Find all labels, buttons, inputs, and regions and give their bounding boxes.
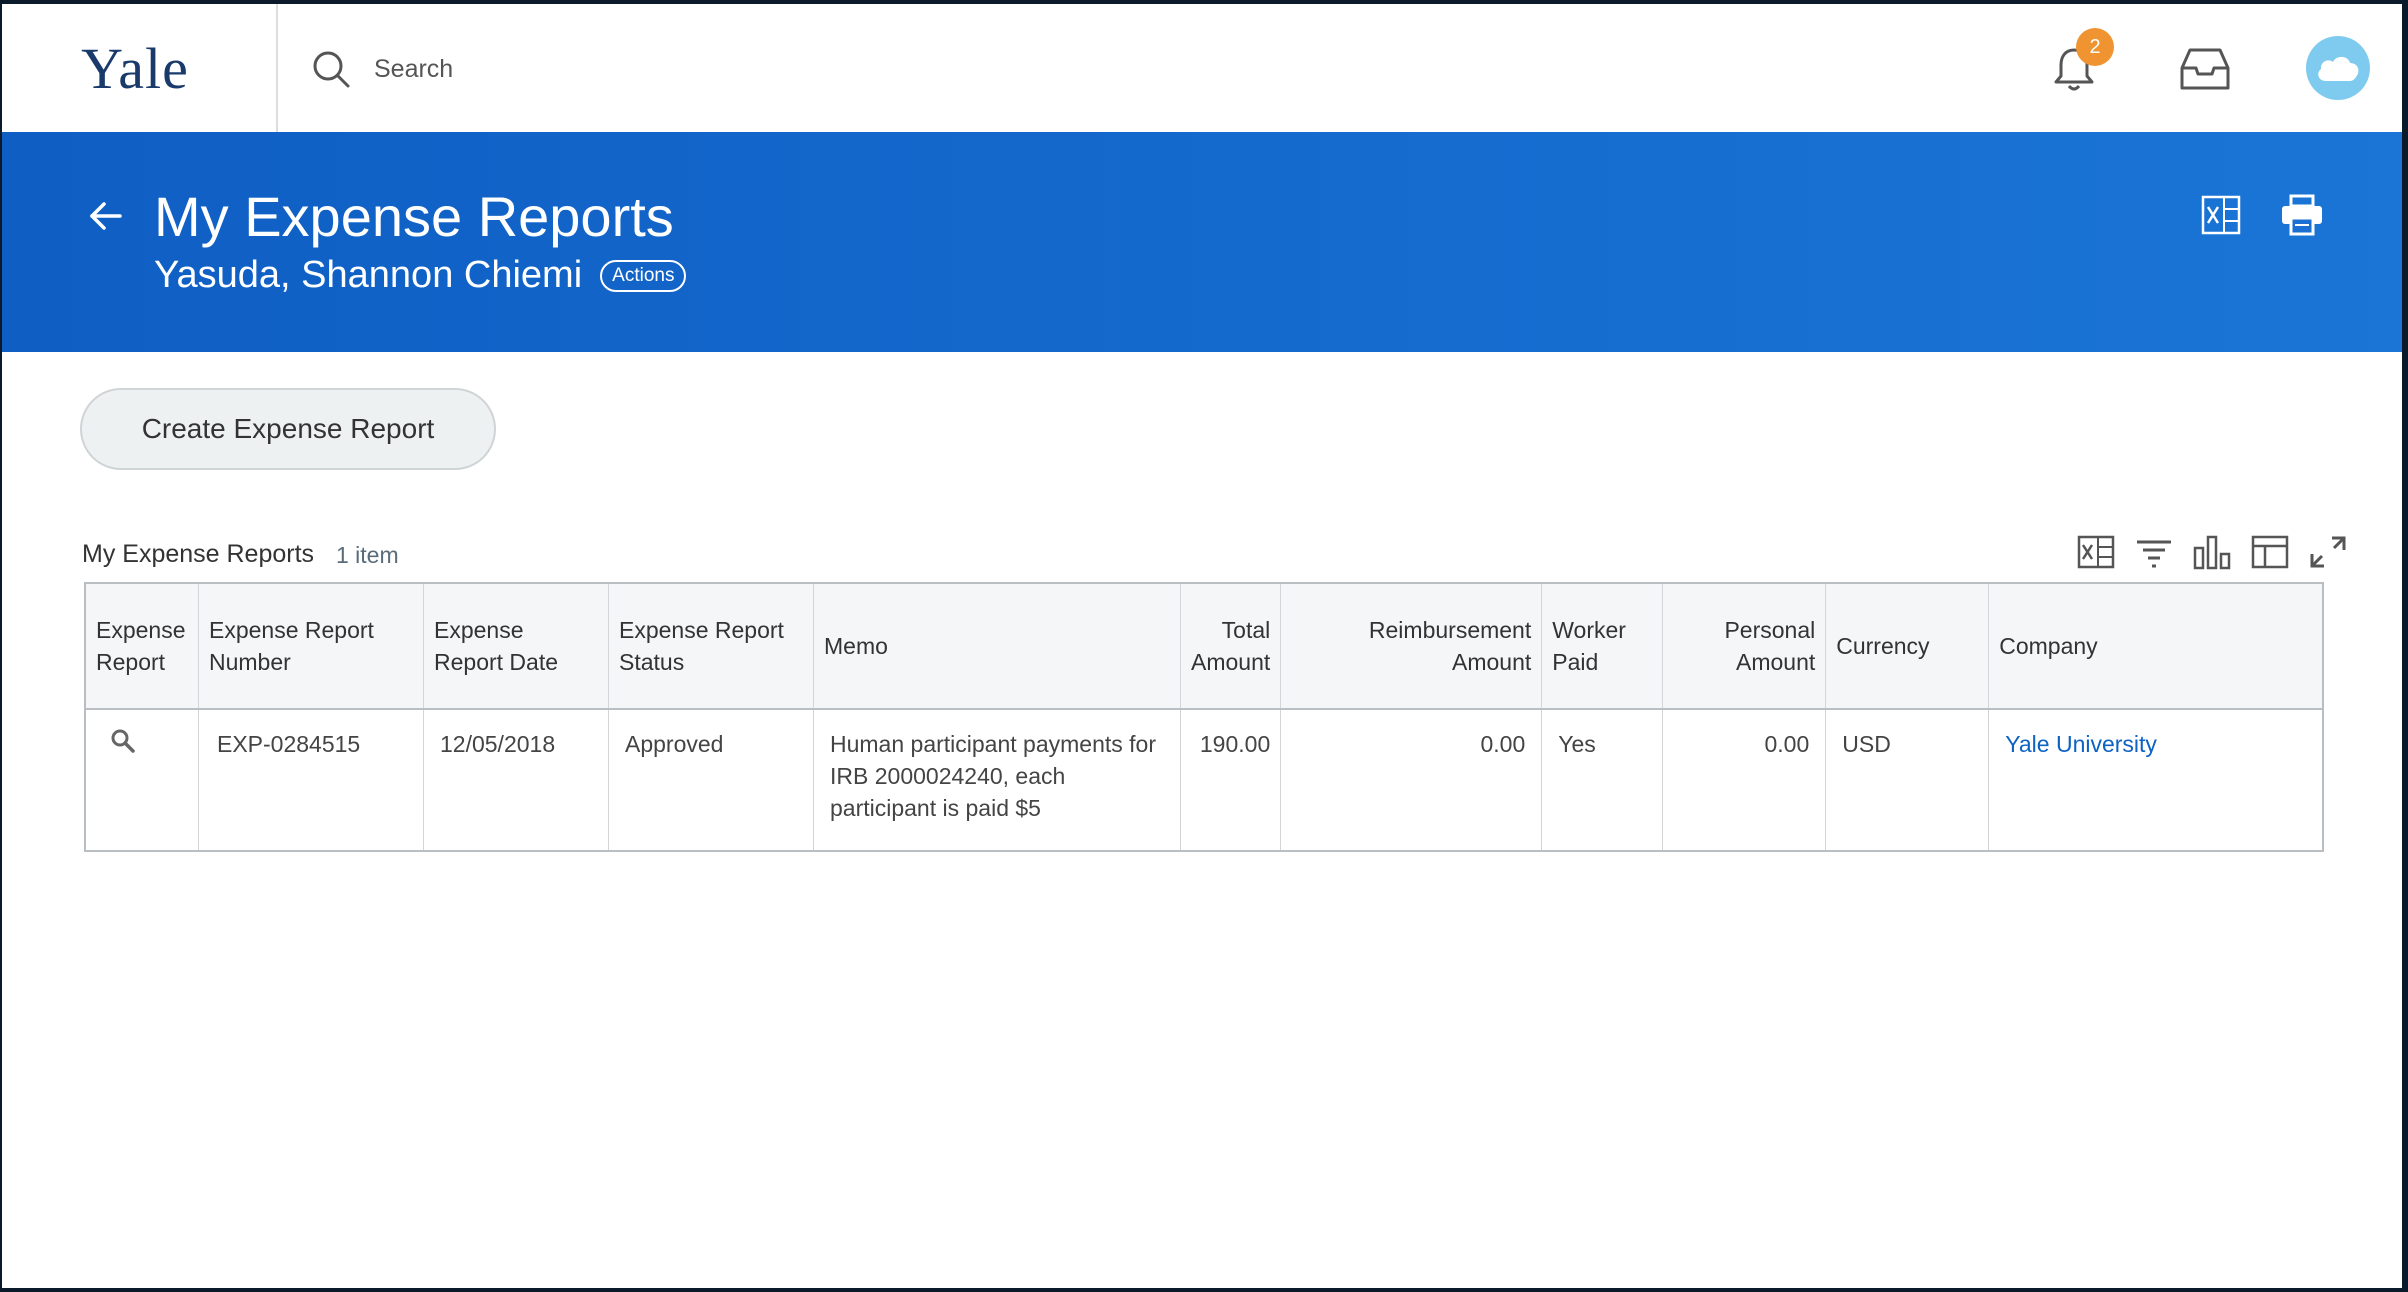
reimbursement-amount-cell: 0.00 [1280, 709, 1543, 851]
fullscreen-icon[interactable] [2308, 534, 2348, 570]
report-status-cell: Approved [608, 709, 814, 851]
column-header[interactable]: Memo [813, 583, 1181, 710]
excel-export-icon[interactable] [2076, 534, 2116, 570]
magnifier-icon[interactable] [110, 728, 136, 754]
page-title: My Expense Reports [154, 185, 674, 248]
currency-cell: USD [1825, 709, 1990, 851]
worker-paid-cell: Yes [1541, 709, 1664, 851]
cloud-avatar-icon [2318, 56, 2359, 81]
search-box[interactable]: Search [310, 48, 453, 90]
table-row: EXP-0284515 12/05/2018 Approved Human pa… [85, 709, 2324, 851]
company-cell: Yale University [1988, 709, 2324, 851]
yale-logo[interactable]: Yale [2, 4, 278, 132]
actions-button[interactable]: Actions [600, 259, 687, 292]
column-header[interactable]: Expense Report Number [198, 583, 424, 710]
column-header[interactable]: Total Amount [1180, 583, 1282, 710]
excel-export-icon[interactable] [2200, 194, 2242, 236]
column-header[interactable]: Worker Paid [1541, 583, 1664, 710]
search-placeholder: Search [374, 54, 454, 83]
logo-text: Yale [81, 35, 189, 101]
memo-cell: Human participant payments for IRB 20000… [813, 709, 1181, 851]
company-link[interactable]: Yale University [2005, 731, 2157, 757]
search-icon [313, 51, 350, 88]
back-arrow-icon[interactable] [88, 198, 124, 234]
grid-title: My Expense Reports [82, 540, 315, 568]
notification-badge: 2 [2076, 28, 2114, 66]
column-header[interactable]: Expense Report Status [608, 583, 814, 710]
columns-icon[interactable] [2250, 534, 2290, 570]
column-header[interactable]: Expense Report [85, 583, 199, 710]
column-header[interactable]: Company [1988, 583, 2324, 710]
table-header-row: Expense Report Expense Report Number Exp… [85, 583, 2324, 710]
chart-icon[interactable] [2192, 534, 2232, 570]
page-header: My Expense Reports Yasuda, Shannon Chiem… [2, 132, 2402, 352]
print-icon[interactable] [2280, 194, 2324, 236]
app-window: Yale Search 2 My Expense Reports Yasuda,… [2, 4, 2402, 1288]
report-date-cell: 12/05/2018 [423, 709, 609, 851]
report-number-cell: EXP-0284515 [198, 709, 424, 851]
personal-amount-cell: 0.00 [1662, 709, 1827, 851]
user-avatar[interactable] [2306, 36, 2370, 100]
create-expense-report-button[interactable]: Create Expense Report [80, 388, 496, 470]
worker-name[interactable]: Yasuda, Shannon Chiemi [154, 254, 582, 297]
top-bar: Yale Search 2 [2, 4, 2402, 133]
inbox-icon[interactable] [2178, 46, 2232, 92]
grid-toolbar [2076, 534, 2348, 570]
column-header[interactable]: Currency [1825, 583, 1990, 710]
page-subtitle: Yasuda, Shannon Chiemi Actions [154, 254, 687, 297]
view-report-cell[interactable] [85, 709, 199, 851]
total-amount-cell: 190.00 [1180, 709, 1282, 851]
column-header[interactable]: Reimbursement Amount [1280, 583, 1543, 710]
column-header[interactable]: Expense Report Date [423, 583, 609, 710]
expense-reports-table: Expense Report Expense Report Number Exp… [84, 582, 2324, 852]
filter-icon[interactable] [2134, 534, 2174, 570]
column-header[interactable]: Personal Amount [1662, 583, 1827, 710]
grid-item-count: 1 item [336, 542, 399, 568]
